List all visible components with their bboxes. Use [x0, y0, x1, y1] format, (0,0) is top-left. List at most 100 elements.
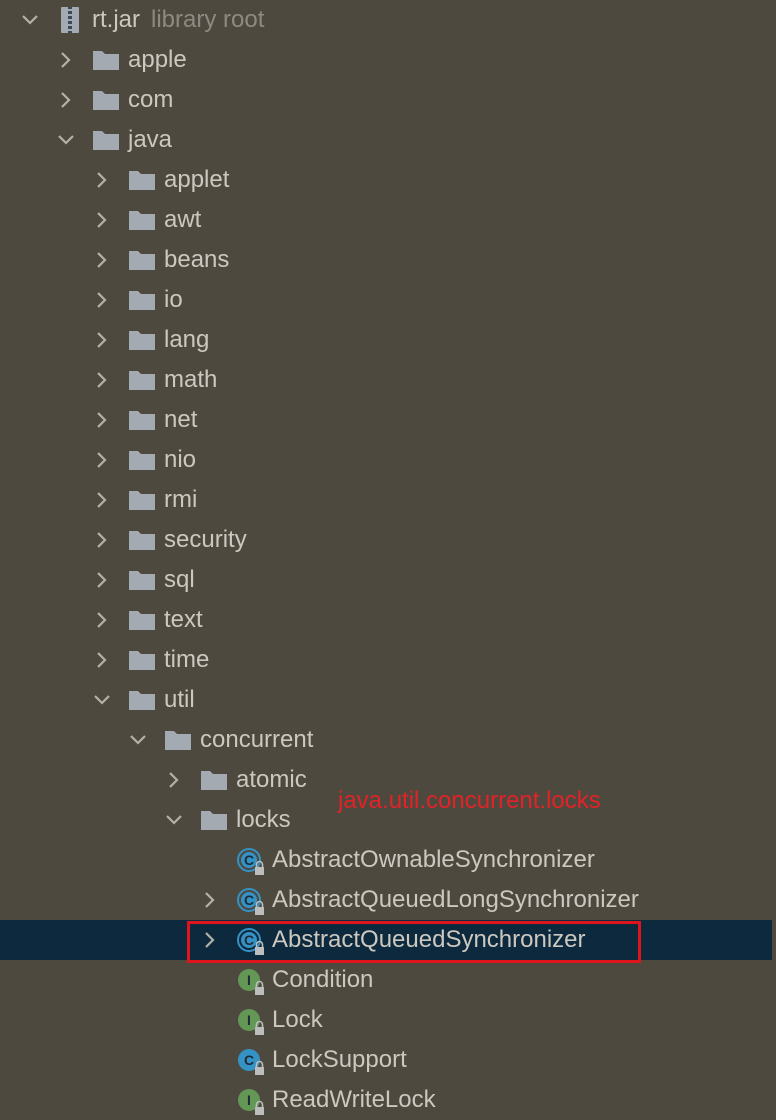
folder-icon — [128, 449, 156, 471]
chevron-right-icon[interactable] — [92, 570, 112, 590]
tree-row[interactable]: I Lock — [0, 1000, 772, 1040]
chevron-right-icon[interactable] — [92, 330, 112, 350]
chevron-right-icon[interactable] — [92, 490, 112, 510]
chevron-right-icon[interactable] — [56, 50, 76, 70]
chevron-right-icon[interactable] — [92, 530, 112, 550]
svg-text:C: C — [244, 1052, 254, 1068]
tree-row[interactable]: awt — [0, 200, 772, 240]
tree-row-root[interactable]: rt.jar library root — [0, 0, 772, 40]
tree-item-label: AbstractQueuedLongSynchronizer — [272, 886, 639, 913]
tree-item-label: lang — [164, 326, 210, 353]
tree-row[interactable]: time — [0, 640, 772, 680]
tree-row[interactable]: nio — [0, 440, 772, 480]
chevron-down-icon[interactable] — [56, 130, 76, 150]
tree-row[interactable]: com — [0, 80, 772, 120]
tree-item-label: nio — [164, 446, 197, 473]
svg-text:I: I — [247, 1012, 251, 1028]
tree-item-label: LockSupport — [272, 1046, 407, 1073]
tree-row[interactable]: util — [0, 680, 772, 720]
folder-icon — [128, 569, 156, 591]
svg-text:I: I — [247, 972, 251, 988]
interface-icon: I — [236, 1087, 266, 1117]
folder-icon — [128, 249, 156, 271]
tree-item-label: applet — [164, 166, 230, 193]
tree-item-label: time — [164, 646, 210, 673]
tree-item-label: util — [164, 686, 195, 713]
folder-icon — [128, 689, 156, 711]
chevron-right-icon[interactable] — [56, 90, 76, 110]
chevron-right-icon[interactable] — [92, 250, 112, 270]
svg-text:C: C — [244, 892, 254, 908]
tree-row[interactable]: applet — [0, 160, 772, 200]
chevron-right-icon[interactable] — [92, 370, 112, 390]
tree-root-label: rt.jar — [92, 6, 140, 33]
tree-item-label: Lock — [272, 1006, 323, 1033]
tree-row[interactable]: net — [0, 400, 772, 440]
tree-item-label: java — [128, 126, 173, 153]
tree-row[interactable]: lang — [0, 320, 772, 360]
chevron-down-icon[interactable] — [92, 690, 112, 710]
folder-icon — [128, 409, 156, 431]
tree-row[interactable]: I ReadWriteLock — [0, 1080, 772, 1120]
tree-row[interactable]: java — [0, 120, 772, 160]
annotation-text: java.util.concurrent.locks — [338, 787, 601, 814]
tree-row[interactable]: I Condition — [0, 960, 772, 1000]
chevron-right-icon[interactable] — [92, 210, 112, 230]
tree-item-label: com — [128, 86, 174, 113]
tree-row[interactable]: C LockSupport — [0, 1040, 772, 1080]
chevron-right-icon[interactable] — [200, 930, 220, 950]
chevron-right-icon[interactable] — [92, 170, 112, 190]
folder-icon — [128, 289, 156, 311]
tree-item-label: AbstractOwnableSynchronizer — [272, 846, 595, 873]
jar-archive-icon — [60, 6, 80, 34]
folder-icon — [92, 129, 120, 151]
svg-text:C: C — [244, 852, 254, 868]
tree-item-label: sql — [164, 566, 195, 593]
tree-row[interactable]: C AbstractQueuedLongSynchronizer — [0, 880, 772, 920]
tree-item-label: locks — [236, 806, 291, 833]
tree-row[interactable]: text — [0, 600, 772, 640]
tree-row[interactable]: security — [0, 520, 772, 560]
abstract-class-icon: C — [236, 927, 266, 957]
folder-icon — [128, 369, 156, 391]
folder-icon — [200, 769, 228, 791]
tree-row[interactable]: rmi — [0, 480, 772, 520]
chevron-right-icon[interactable] — [92, 290, 112, 310]
tree-row[interactable]: sql — [0, 560, 772, 600]
folder-icon — [200, 809, 228, 831]
tree-item-label: security — [164, 526, 247, 553]
folder-icon — [92, 49, 120, 71]
interface-icon: I — [236, 1007, 266, 1037]
folder-icon — [128, 489, 156, 511]
tree-row[interactable]: apple — [0, 40, 772, 80]
folder-icon — [128, 529, 156, 551]
tree-row[interactable]: beans — [0, 240, 772, 280]
chevron-down-icon[interactable] — [128, 730, 148, 750]
tree-row[interactable]: io — [0, 280, 772, 320]
tree-item-label: awt — [164, 206, 202, 233]
tree-row[interactable]: concurrent — [0, 720, 772, 760]
chevron-down-icon[interactable] — [164, 810, 184, 830]
tree-item-label: ReadWriteLock — [272, 1086, 436, 1113]
tree-item-label: Condition — [272, 966, 374, 993]
chevron-right-icon[interactable] — [200, 890, 220, 910]
tree-item-label: io — [164, 286, 183, 313]
project-tree: rt.jar library root apple com java applet aw… — [0, 0, 776, 1120]
tree-row[interactable]: math — [0, 360, 772, 400]
folder-icon — [164, 729, 192, 751]
chevron-right-icon[interactable] — [92, 650, 112, 670]
tree-item-label: text — [164, 606, 203, 633]
chevron-right-icon[interactable] — [92, 610, 112, 630]
tree-row[interactable]: C AbstractQueuedSynchronizer — [0, 920, 772, 960]
chevron-right-icon[interactable] — [92, 450, 112, 470]
chevron-right-icon[interactable] — [92, 410, 112, 430]
tree-item-label: beans — [164, 246, 230, 273]
folder-icon — [128, 169, 156, 191]
tree-row[interactable]: C AbstractOwnableSynchronizer — [0, 840, 772, 880]
chevron-down-icon[interactable] — [20, 10, 40, 30]
svg-text:C: C — [244, 932, 254, 948]
tree-item-label: AbstractQueuedSynchronizer — [272, 926, 586, 953]
tree-root-sublabel: library root — [151, 6, 265, 33]
folder-icon — [92, 89, 120, 111]
chevron-right-icon[interactable] — [164, 770, 184, 790]
